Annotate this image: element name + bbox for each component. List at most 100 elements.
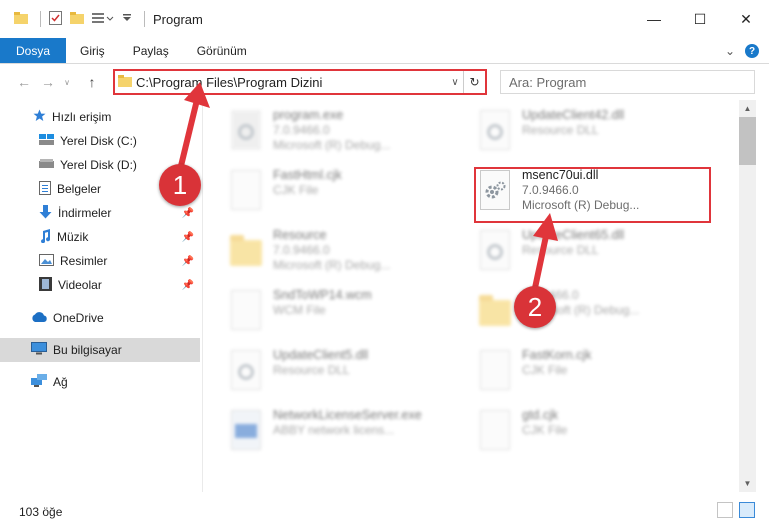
up-button[interactable]: ↑ xyxy=(80,70,104,94)
arrow-right-icon: → xyxy=(41,74,55,90)
chevron-down-icon: ∨ xyxy=(451,76,459,88)
file-name: UpdateClient65.dll xyxy=(522,228,625,242)
sidebar-item-quick-access[interactable]: Hızlı erişim xyxy=(0,105,200,129)
minimize-icon: — xyxy=(647,11,661,27)
maximize-button[interactable]: ☐ xyxy=(677,0,723,38)
sidebar-item-videos[interactable]: Videolar 📌 xyxy=(0,273,200,297)
selected-file-highlight xyxy=(474,167,711,223)
file-item[interactable]: NetworkLicenseServer.exe ABBY network lic… xyxy=(229,408,422,464)
pictures-icon xyxy=(39,253,54,269)
sidebar-item-local-disk-c[interactable]: Yerel Disk (C:) xyxy=(0,129,200,153)
tab-home[interactable]: Giriş xyxy=(66,38,119,63)
dll-icon xyxy=(229,350,263,394)
address-history-button[interactable]: ∨ xyxy=(447,77,463,88)
sidebar-item-label: Resimler xyxy=(60,254,108,268)
search-input[interactable] xyxy=(509,74,729,90)
forward-button[interactable]: → xyxy=(36,70,60,94)
properties-icon[interactable] xyxy=(49,10,62,28)
close-button[interactable]: ✕ xyxy=(723,0,769,38)
separator xyxy=(144,11,145,27)
sidebar-item-label: Yerel Disk (D:) xyxy=(60,158,137,172)
tab-view[interactable]: Görünüm xyxy=(183,38,261,63)
file-item[interactable]: UpdateClient65.dll Resource DLL xyxy=(478,228,624,284)
tab-share[interactable]: Paylaş xyxy=(119,38,183,63)
file-icon xyxy=(229,170,263,214)
video-icon xyxy=(39,276,52,294)
file-version: 7.0.9466.0 xyxy=(273,243,330,257)
file-name: program.exe xyxy=(273,108,344,122)
file-item[interactable]: SndToWP14.wcm WCM File xyxy=(229,288,372,344)
address-path[interactable]: C:\Program Files\Program Dizini xyxy=(136,75,447,90)
navigation-pane: Hızlı erişim Yerel Disk (C:) Yerel Disk … xyxy=(0,100,203,492)
cloud-icon xyxy=(31,311,47,325)
expand-ribbon-icon[interactable]: ⌄ xyxy=(725,44,735,58)
pin-icon[interactable]: 📌 xyxy=(182,280,194,291)
sidebar-item-this-pc[interactable]: Bu bilgisayar xyxy=(0,338,200,362)
file-name: UpdateClient5.dll xyxy=(273,348,369,362)
details-view-icon[interactable] xyxy=(717,502,733,518)
pin-icon[interactable]: 📌 xyxy=(182,256,194,267)
arrow-left-icon: ← xyxy=(17,74,31,90)
pin-icon[interactable]: 📌 xyxy=(182,208,194,219)
file-name: Resource xyxy=(273,228,327,242)
vertical-scrollbar[interactable]: ▲ ▼ xyxy=(739,100,756,492)
file-item[interactable]: program.exe 7.0.9466.0 Microsoft (R) Debug… xyxy=(229,108,390,164)
refresh-icon: ↻ xyxy=(469,75,480,89)
arrow-up-icon: ↑ xyxy=(88,74,96,90)
refresh-button[interactable]: ↻ xyxy=(463,71,485,93)
address-bar[interactable]: C:\Program Files\Program Dizini ∨ ↻ xyxy=(113,69,487,95)
file-type: Resource DLL xyxy=(522,243,599,257)
file-item[interactable]: FastKorn.cjk CJK File xyxy=(478,348,591,404)
file-icon xyxy=(478,350,512,394)
file-item[interactable]: FastHtml.cjk CJK File xyxy=(229,168,342,224)
pin-icon[interactable]: 📌 xyxy=(182,232,194,243)
file-item[interactable]: gtd.cjk CJK File xyxy=(478,408,567,464)
download-icon xyxy=(39,204,52,222)
title-bar: Program — ☐ ✕ xyxy=(0,0,769,38)
ribbon-tabs: Dosya Giriş Paylaş Görünüm ⌄ ? xyxy=(0,38,769,64)
sidebar-item-pictures[interactable]: Resimler 📌 xyxy=(0,249,200,273)
file-list: program.exe 7.0.9466.0 Microsoft (R) Debug… xyxy=(204,100,739,492)
sidebar-item-label: Hızlı erişim xyxy=(52,110,112,124)
folder-icon xyxy=(478,290,512,334)
folder-icon xyxy=(118,74,132,90)
drive-icon xyxy=(39,158,54,172)
folder-icon xyxy=(229,230,263,274)
search-box[interactable] xyxy=(500,70,755,94)
sidebar-item-music[interactable]: Müzik 📌 xyxy=(0,225,200,249)
file-name: UpdateClient42.dll xyxy=(522,108,625,122)
folder-icon[interactable] xyxy=(14,11,28,27)
tab-file[interactable]: Dosya xyxy=(0,38,67,63)
file-item[interactable]: 7.0.9466.0Microsoft (R) Debug... xyxy=(478,288,639,344)
file-item[interactable]: UpdateClient5.dll Resource DLL xyxy=(229,348,368,404)
item-count: 103 öğe xyxy=(19,504,63,519)
scroll-down-icon[interactable]: ▼ xyxy=(739,475,756,492)
sidebar-item-label: Videolar xyxy=(58,278,102,292)
file-name: FastHtml.cjk xyxy=(273,168,342,182)
sidebar-item-label: Belgeler xyxy=(57,182,102,196)
new-folder-icon[interactable] xyxy=(70,11,84,27)
file-description: Microsoft (R) Debug... xyxy=(273,258,391,272)
maximize-icon: ☐ xyxy=(693,10,707,27)
step-badge-1: 1 xyxy=(159,164,201,206)
recent-locations-button[interactable]: ∨ xyxy=(60,70,74,94)
scroll-up-icon[interactable]: ▲ xyxy=(739,100,756,117)
sidebar-item-downloads[interactable]: İndirmeler 📌 xyxy=(0,201,200,225)
back-button[interactable]: ← xyxy=(12,70,36,94)
close-icon: ✕ xyxy=(740,10,752,27)
file-item[interactable]: UpdateClient42.dll Resource DLL xyxy=(478,108,624,164)
file-item[interactable]: Resource 7.0.9466.0 Microsoft (R) Debug... xyxy=(229,228,390,284)
ribbon-right: ⌄ ? xyxy=(725,38,759,64)
sidebar-item-label: Müzik xyxy=(57,230,89,244)
file-type: WCM File xyxy=(273,303,326,317)
sidebar-item-onedrive[interactable]: OneDrive xyxy=(0,306,200,330)
step-badge-2: 2 xyxy=(514,286,556,328)
customize-toolbar-icon[interactable] xyxy=(122,12,132,26)
tiles-view-icon[interactable] xyxy=(739,502,755,518)
help-icon[interactable]: ? xyxy=(745,44,759,58)
minimize-button[interactable]: — xyxy=(631,0,677,38)
view-options-icon[interactable] xyxy=(92,12,114,27)
dll-icon xyxy=(478,230,512,274)
sidebar-item-network[interactable]: Ağ xyxy=(0,370,200,394)
scroll-thumb[interactable] xyxy=(739,117,756,165)
